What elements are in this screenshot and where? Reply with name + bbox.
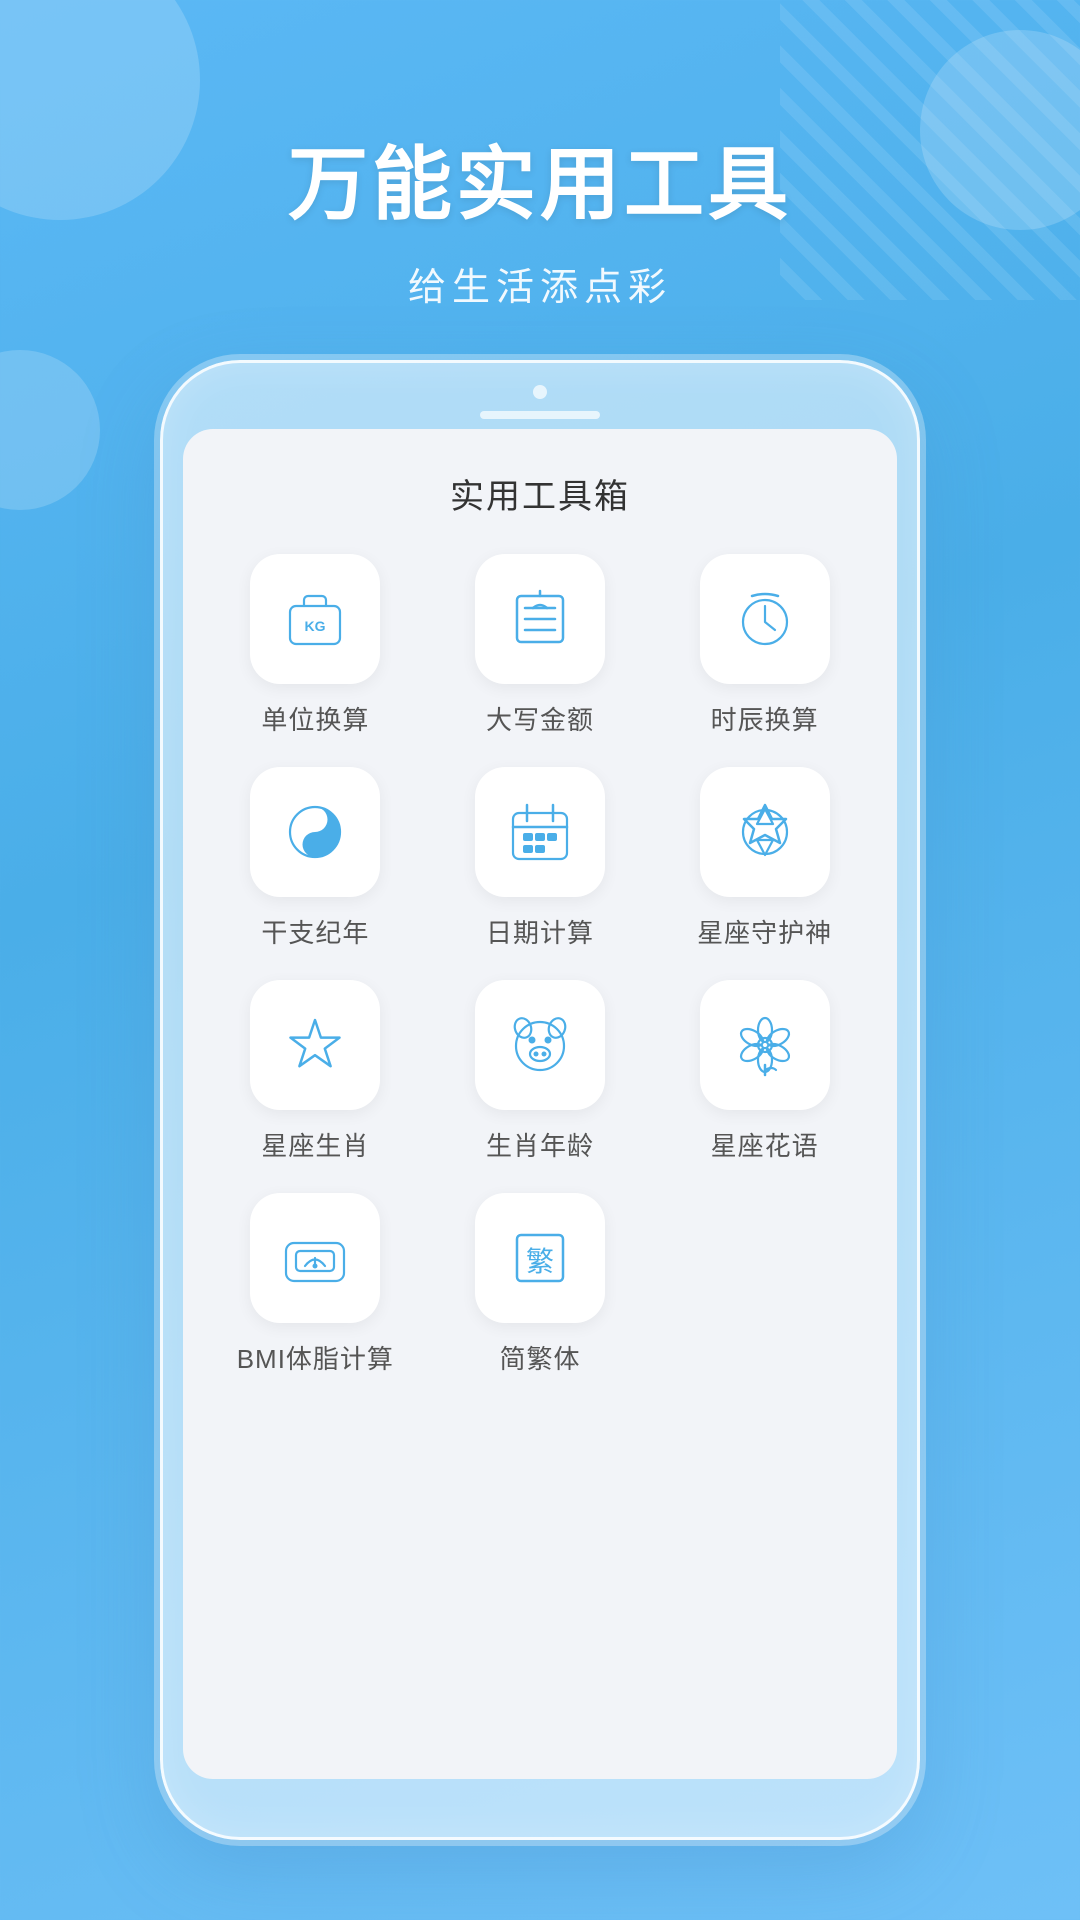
phone-screen: 实用工具箱 KG 单位换算 <box>183 429 897 1779</box>
svg-text:KG: KG <box>305 618 326 634</box>
tool-icon-trad: 繁 <box>475 1193 605 1323</box>
trad-icon: 繁 <box>505 1223 575 1293</box>
tool-label-trad: 简繁体 <box>499 1339 580 1376</box>
capital-icon <box>505 584 575 654</box>
tool-label-date: 日期计算 <box>486 913 594 950</box>
phone-top <box>163 363 917 419</box>
phone-camera <box>533 385 547 399</box>
tool-label-time: 时辰换算 <box>711 700 819 737</box>
tool-constellation-zodiac[interactable]: 星座生肖 <box>213 980 418 1163</box>
tool-label-ganzhi: 干支纪年 <box>261 913 369 950</box>
tool-capital-amount[interactable]: 大写金额 <box>438 554 643 737</box>
tool-icon-unit: KG <box>250 554 380 684</box>
tool-label-pig: 生肖年龄 <box>486 1126 594 1163</box>
tool-icon-bmi <box>250 1193 380 1323</box>
star5-icon <box>280 1010 350 1080</box>
tool-constellation-flower[interactable]: 星座花语 <box>662 980 867 1163</box>
date-icon <box>505 797 575 867</box>
tool-icon-star5 <box>250 980 380 1110</box>
tool-constellation-guardian[interactable]: 星座守护神 <box>662 767 867 950</box>
ganzhi-icon <box>280 797 350 867</box>
phone-mockup: 实用工具箱 KG 单位换算 <box>160 360 920 1840</box>
svg-text:繁: 繁 <box>526 1246 554 1278</box>
pig-icon <box>505 1010 575 1080</box>
deco-stripes <box>780 0 1080 300</box>
phone-frame: 实用工具箱 KG 单位换算 <box>160 360 920 1840</box>
tool-icon-time <box>700 554 830 684</box>
deco-circle-3 <box>0 350 100 510</box>
tool-label-star6: 星座守护神 <box>697 913 832 950</box>
bmi-icon <box>280 1223 350 1293</box>
tool-label-star5: 星座生肖 <box>261 1126 369 1163</box>
screen-title: 实用工具箱 <box>213 469 867 518</box>
tool-date-calc[interactable]: 日期计算 <box>438 767 643 950</box>
tool-grid: KG 单位换算 <box>213 554 867 1376</box>
tool-icon-pig <box>475 980 605 1110</box>
tool-icon-capital <box>475 554 605 684</box>
star6-icon <box>730 797 800 867</box>
tool-label-capital: 大写金额 <box>486 700 594 737</box>
phone-speaker <box>480 411 600 419</box>
tool-label-unit: 单位换算 <box>261 700 369 737</box>
tool-unit-convert[interactable]: KG 单位换算 <box>213 554 418 737</box>
tool-icon-date <box>475 767 605 897</box>
tool-icon-star6 <box>700 767 830 897</box>
tool-simp-trad[interactable]: 繁 简繁体 <box>438 1193 643 1376</box>
tool-time-convert[interactable]: 时辰换算 <box>662 554 867 737</box>
unit-icon: KG <box>280 584 350 654</box>
time-icon <box>730 584 800 654</box>
tool-label-bmi: BMI体脂计算 <box>237 1339 394 1376</box>
tool-icon-flower <box>700 980 830 1110</box>
tool-icon-ganzhi <box>250 767 380 897</box>
tool-label-flower: 星座花语 <box>711 1126 819 1163</box>
tool-bmi[interactable]: BMI体脂计算 <box>213 1193 418 1376</box>
tool-zodiac-age[interactable]: 生肖年龄 <box>438 980 643 1163</box>
flower-icon <box>730 1010 800 1080</box>
tool-ganzhi[interactable]: 干支纪年 <box>213 767 418 950</box>
